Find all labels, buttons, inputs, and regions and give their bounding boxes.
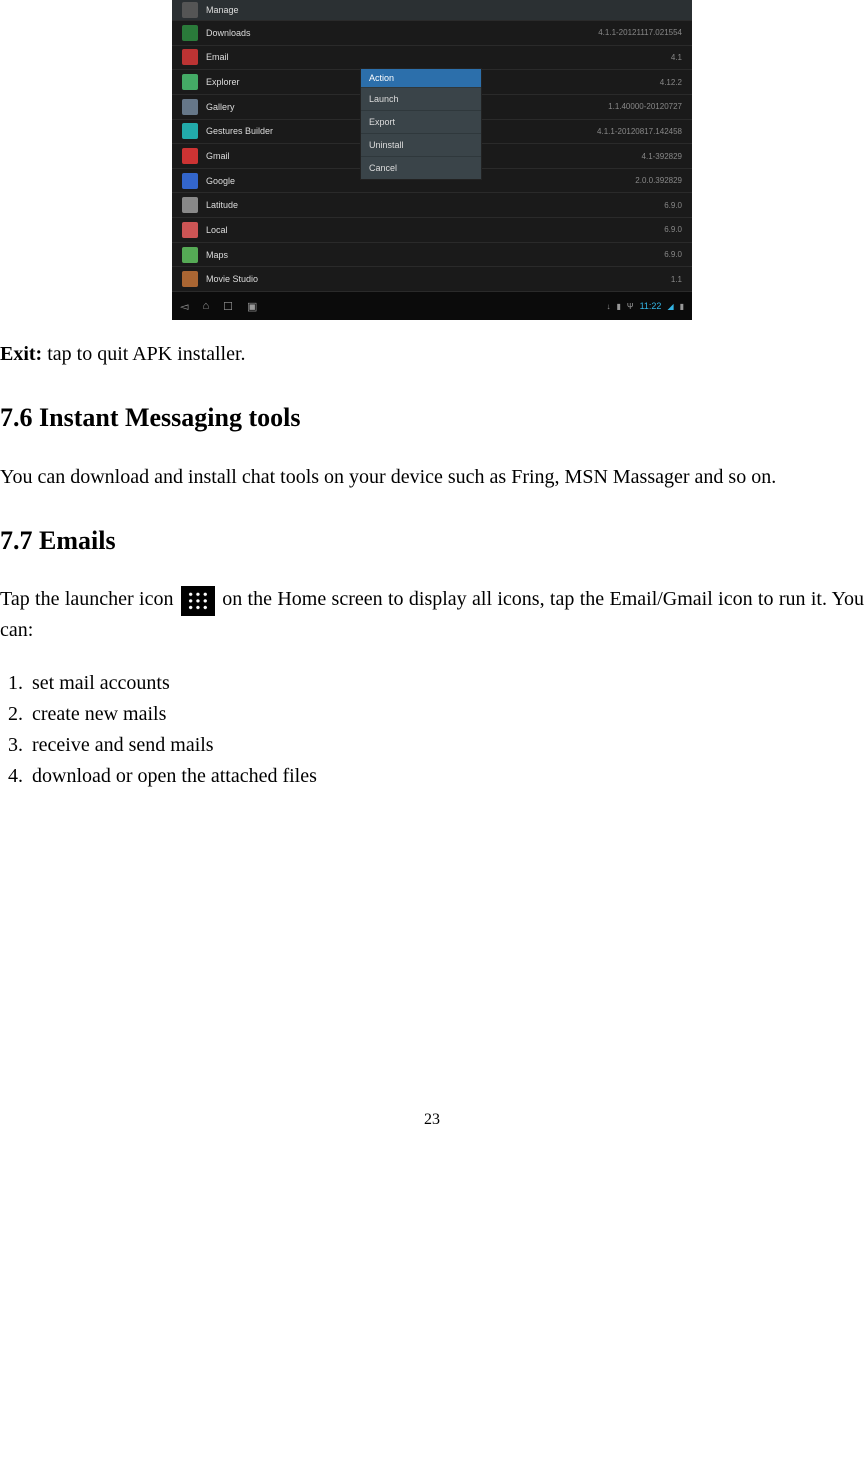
app-version: 4.12.2 xyxy=(660,78,682,87)
app-version: 2.0.0.392829 xyxy=(635,176,682,185)
manage-label: Manage xyxy=(206,5,682,15)
exit-label: Exit: xyxy=(0,343,42,365)
app-row: Movie Studio 1.1 xyxy=(172,267,692,292)
app-name: Maps xyxy=(206,250,664,260)
email-icon xyxy=(182,49,198,65)
page-number: 23 xyxy=(0,1111,864,1129)
battery-icon: ▮ xyxy=(680,302,684,311)
app-name: Local xyxy=(206,225,664,235)
app-version: 1.1.40000-20120727 xyxy=(608,102,682,111)
gmail-icon xyxy=(182,148,198,164)
app-version: 6.9.0 xyxy=(664,225,682,234)
popup-item-export: Export xyxy=(361,110,481,133)
popup-item-cancel: Cancel xyxy=(361,156,481,179)
wifi-icon: ◢ xyxy=(667,302,673,311)
gallery-icon xyxy=(182,99,198,115)
maps-icon xyxy=(182,247,198,263)
app-row: Latitude 6.9.0 xyxy=(172,193,692,218)
folder-icon xyxy=(182,2,198,18)
emails-list: set mail accounts create new mails recei… xyxy=(0,669,864,791)
download-icon: ↓ xyxy=(606,302,610,311)
usb-icon: Ψ xyxy=(627,302,634,311)
embedded-screenshot: Manage Downloads 4.1.1-20121117.021554 E… xyxy=(172,0,692,320)
instant-messaging-body: You can download and install chat tools … xyxy=(0,463,864,492)
app-row: Downloads 4.1.1-20121117.021554 xyxy=(172,21,692,46)
nav-buttons: ◅ ⌂ ☐ ▣ xyxy=(180,300,257,313)
downloads-icon xyxy=(182,25,198,41)
exit-paragraph: Exit: tap to quit APK installer. xyxy=(0,340,864,369)
app-version: 4.1.1-20121117.021554 xyxy=(598,28,682,37)
app-version: 4.1.1-20120817.142458 xyxy=(597,127,682,136)
popup-item-uninstall: Uninstall xyxy=(361,133,481,156)
status-time: 11:22 xyxy=(640,301,662,311)
heading-emails: 7.7 Emails xyxy=(0,522,864,560)
action-popup: Action Launch Export Uninstall Cancel xyxy=(360,68,482,180)
google-icon xyxy=(182,173,198,189)
list-item: receive and send mails xyxy=(28,731,864,760)
app-name: Downloads xyxy=(206,28,598,38)
popup-item-launch: Launch xyxy=(361,87,481,110)
app-row: Email 4.1 xyxy=(172,46,692,71)
gestures-icon xyxy=(182,123,198,139)
statusbar: ◅ ⌂ ☐ ▣ ↓ ▮ Ψ 11:22 ◢ ▮ xyxy=(172,292,692,320)
list-item: create new mails xyxy=(28,700,864,729)
app-version: 4.1-392829 xyxy=(642,152,682,161)
app-name: Latitude xyxy=(206,200,664,210)
exit-text: tap to quit APK installer. xyxy=(42,343,245,365)
explorer-icon xyxy=(182,74,198,90)
latitude-icon xyxy=(182,197,198,213)
launcher-grid-icon xyxy=(181,586,215,616)
popup-header: Action xyxy=(361,69,481,87)
list-item: download or open the attached files xyxy=(28,762,864,791)
app-version: 1.1 xyxy=(671,275,682,284)
app-name: Email xyxy=(206,52,671,62)
home-icon: ⌂ xyxy=(202,300,209,313)
emails-intro: Tap the launcher icon on the Home screen… xyxy=(0,585,864,644)
local-icon xyxy=(182,222,198,238)
app-manage-header: Manage xyxy=(172,0,692,21)
recent-icon: ☐ xyxy=(223,300,233,313)
app-name: Movie Studio xyxy=(206,274,671,284)
app-version: 6.9.0 xyxy=(664,250,682,259)
app-version: 4.1 xyxy=(671,53,682,62)
heading-instant-messaging: 7.6 Instant Messaging tools xyxy=(0,399,864,437)
list-item: set mail accounts xyxy=(28,669,864,698)
back-icon: ◅ xyxy=(180,300,188,313)
movie-icon xyxy=(182,271,198,287)
screenshot-icon: ▣ xyxy=(247,300,257,313)
sd-icon: ▮ xyxy=(616,302,620,311)
app-version: 6.9.0 xyxy=(664,201,682,210)
app-row: Maps 6.9.0 xyxy=(172,243,692,268)
emails-intro-part1: Tap the launcher icon xyxy=(0,588,179,610)
app-row: Local 6.9.0 xyxy=(172,218,692,243)
